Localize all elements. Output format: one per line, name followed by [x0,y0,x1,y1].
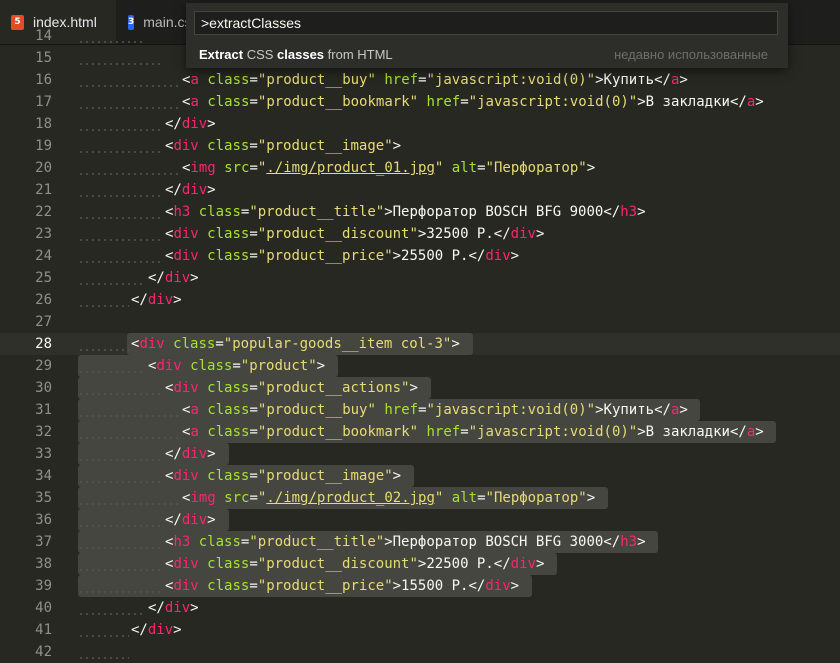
code-line[interactable]: </div> [131,289,182,311]
indent-guide [78,223,163,245]
indent-guide [78,509,163,531]
line-number: 39 [35,578,52,594]
line-number: 15 [35,50,52,66]
code-line[interactable]: <a class="product__buy" href="javascript… [182,399,688,421]
line-number: 34 [35,468,52,484]
line-number: 23 [35,226,52,242]
code-line[interactable]: </div> [148,267,199,289]
line-number: 24 [35,248,52,264]
code-line[interactable]: <a class="product__bookmark" href="javas… [182,91,764,113]
line-number: 30 [35,380,52,396]
command-title-match: classes [277,46,325,62]
code-line[interactable]: </div> [165,113,216,135]
code-line[interactable]: </div> [165,509,216,531]
line-number: 18 [35,116,52,132]
line-number: 26 [35,292,52,308]
code-line[interactable]: </div> [131,619,182,641]
indent-guide [78,69,180,91]
indent-guide [78,333,129,355]
indent-guide [78,47,163,69]
line-number: 40 [35,600,52,616]
code-line[interactable]: <div class="product__discount">22500 Р.<… [165,553,544,575]
code-line[interactable]: <a class="product__buy" href="javascript… [182,69,688,91]
indent-guide [78,355,146,377]
indent-guide [78,25,146,47]
code-line[interactable]: <h3 class="product__title">Перфоратор BO… [165,201,646,223]
indent-guide [78,113,163,135]
command-palette: Extract CSS classes from HTML недавно ис… [186,3,788,68]
line-number: 20 [35,160,52,176]
indent-guide [78,399,180,421]
code-line[interactable]: <img src="./img/product_02.jpg" alt="Пер… [182,487,595,509]
line-number: 22 [35,204,52,220]
indent-guide [78,245,163,267]
indent-guide [78,377,163,399]
command-palette-input[interactable] [194,11,778,35]
code-line[interactable]: <div class="product__actions"> [165,377,418,399]
indent-guide [78,267,146,289]
indent-guide [78,465,163,487]
code-line[interactable]: <div class="popular-goods__item col-3"> [131,333,460,355]
code-line[interactable]: <div class="product__price">15500 Р.</di… [165,575,519,597]
line-number: 31 [35,402,52,418]
line-number: 33 [35,446,52,462]
code-line[interactable]: <h3 class="product__title">Перфоратор BO… [165,531,646,553]
command-title: Extract CSS classes from HTML [199,47,393,62]
indent-guide [78,201,163,223]
line-number: 32 [35,424,52,440]
line-number: 25 [35,270,52,286]
recently-used-label: недавно использованные [614,46,768,62]
indent-guide [78,421,180,443]
code-line[interactable]: <div class="product__image"> [165,135,401,157]
indent-guide [78,597,146,619]
command-title-match: Extract [199,46,244,62]
line-number: 35 [35,490,52,506]
line-number: 37 [35,534,52,550]
command-title-text: from HTML [324,46,393,62]
command-title-text: CSS [243,46,278,62]
code-line[interactable]: <div class="product__price">25500 Р.</di… [165,245,519,267]
indent-guide [78,641,129,663]
code-line[interactable]: <a class="product__bookmark" href="javas… [182,421,764,443]
indent-guide [78,135,163,157]
line-number: 28 [35,336,52,352]
code-line[interactable]: <div class="product__image"> [165,465,401,487]
code-line[interactable]: <div class="product__discount">32500 Р.<… [165,223,544,245]
indent-guide [78,619,129,641]
line-number: 19 [35,138,52,154]
indent-guide [78,289,129,311]
indent-guide [78,531,163,553]
line-number: 27 [35,314,52,330]
code-line[interactable]: </div> [165,179,216,201]
indent-guide [78,157,180,179]
line-number: 29 [35,358,52,374]
indent-guide [78,91,180,113]
line-number: 17 [35,94,52,110]
line-number: 16 [35,72,52,88]
line-number: 36 [35,512,52,528]
code-line[interactable]: <img src="./img/product_01.jpg" alt="Пер… [182,157,595,179]
line-number: 41 [35,622,52,638]
indent-guide [78,179,163,201]
line-number: 38 [35,556,52,572]
code-line[interactable]: <div class="product"> [148,355,325,377]
line-number: 14 [35,28,52,44]
indent-guide [78,487,180,509]
code-line[interactable]: </div> [165,443,216,465]
indent-guide [78,575,163,597]
line-number: 42 [35,644,52,660]
command-palette-item[interactable]: Extract CSS classes from HTML недавно ис… [186,41,788,67]
code-line[interactable]: </div> [148,597,199,619]
line-number: 21 [35,182,52,198]
indent-guide [78,443,163,465]
indent-guide [78,553,163,575]
